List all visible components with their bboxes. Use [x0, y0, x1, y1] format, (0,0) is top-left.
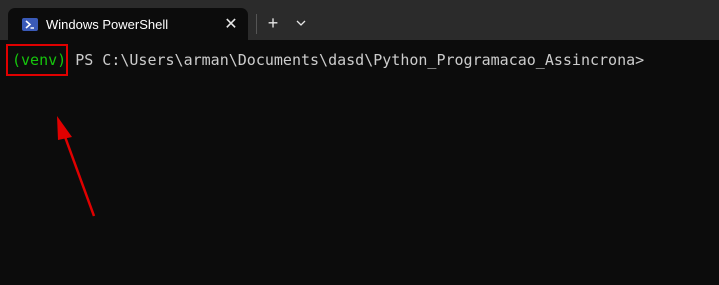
terminal-window: Windows PowerShell ✕ + (venv) PS C:\User…: [0, 0, 719, 285]
annotation-arrow-icon: [57, 116, 96, 217]
